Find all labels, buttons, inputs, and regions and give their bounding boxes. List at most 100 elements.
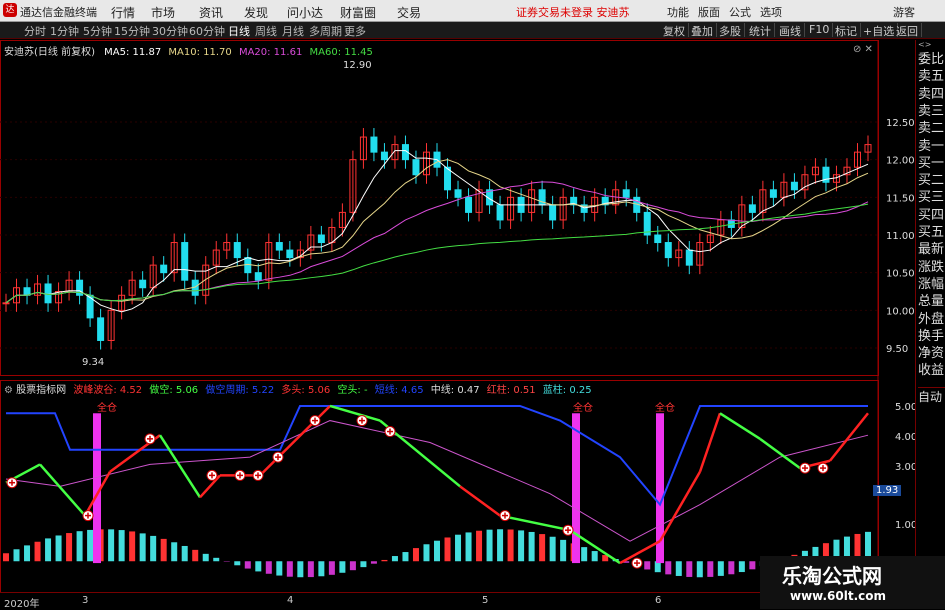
candle-body (182, 243, 188, 281)
menu-trade[interactable]: 交易 (397, 4, 421, 21)
draw-line-button[interactable]: 画线 (776, 23, 805, 37)
period-daily[interactable]: 日线 (228, 23, 250, 39)
histogram-bar (45, 538, 51, 561)
ind-item-0: 波峰波谷: 4.52 (73, 385, 142, 396)
sidebar-item-3[interactable]: 卖三 (918, 100, 945, 119)
menu-layout[interactable]: 版面 (698, 4, 720, 20)
period-intraday[interactable]: 分时 (24, 23, 46, 39)
histogram-bar (24, 545, 30, 561)
candlesticks[interactable] (3, 128, 871, 349)
menu-discover[interactable]: 发现 (244, 4, 268, 21)
menu-ask-xiaoda[interactable]: 问小达 (287, 4, 323, 21)
period-15min[interactable]: 15分钟 (114, 23, 150, 39)
period-more[interactable]: 更多 (344, 23, 366, 39)
sidebar-item-2[interactable]: 卖四 (918, 83, 945, 102)
menu-news[interactable]: 资讯 (199, 4, 223, 21)
histogram-bar (476, 531, 482, 562)
sidebar-item-16[interactable]: 换手 (918, 325, 945, 344)
time-tick-3: 5 (482, 595, 488, 606)
histogram-bar (3, 553, 9, 561)
period-monthly[interactable]: 月线 (282, 23, 304, 39)
adjust-button[interactable]: 复权 (660, 23, 689, 37)
menu-formula[interactable]: 公式 (729, 4, 751, 20)
sidebar-item-12[interactable]: 涨跌 (918, 256, 945, 275)
sidebar-item-8[interactable]: 买三 (918, 186, 945, 205)
sidebar-item-6[interactable]: 买一 (918, 152, 945, 171)
price-tick-1: 12.00 (886, 156, 915, 167)
oscillator-segment (700, 413, 720, 471)
histogram-bar (14, 549, 20, 561)
price-axis: 12.5012.0011.5011.0010.5010.009.50 (886, 118, 915, 355)
login-notice[interactable]: 证券交易未登录 安迪苏 (516, 4, 630, 20)
menu-options[interactable]: 选项 (760, 4, 782, 20)
sidebar-item-9[interactable]: 买四 (918, 204, 945, 223)
period-1min[interactable]: 1分钟 (50, 23, 79, 39)
candle-body (455, 190, 461, 198)
sidebar-item-7[interactable]: 买二 (918, 169, 945, 188)
histogram-bar (518, 530, 524, 561)
menu-wealth-circle[interactable]: 财富圈 (340, 4, 376, 21)
candle-body (466, 197, 472, 212)
menu-markets[interactable]: 市场 (151, 4, 175, 21)
candle-body (45, 284, 51, 303)
menu-guest[interactable]: 游客 (893, 4, 915, 20)
histogram-bar (749, 561, 755, 569)
chart-settings-icons[interactable]: ⊘ ✕ (853, 44, 873, 55)
candle-body (497, 205, 503, 220)
ma20-label: MA20: 11.61 (239, 47, 302, 58)
price-tick-0: 12.50 (886, 118, 915, 129)
sidebar-item-11[interactable]: 最新 (918, 238, 945, 257)
f10-button[interactable]: F10 (806, 23, 833, 37)
signal-bar-1 (572, 413, 580, 563)
main-chart-frame (1, 41, 879, 376)
histogram-bar (77, 531, 83, 561)
period-60min[interactable]: 60分钟 (189, 23, 225, 39)
histogram-bar (150, 536, 156, 561)
sidebar-item-0[interactable]: 委比 (918, 48, 945, 67)
chart-panel[interactable]: 12.5012.0011.5011.0010.5010.009.50 安迪苏(日… (0, 40, 915, 580)
sidebar-item-19[interactable]: 自动 (918, 387, 945, 405)
sidebar-item-13[interactable]: 涨幅 (918, 273, 945, 292)
menu-market-quotes[interactable]: 行情 (111, 4, 135, 21)
chart-title: 安迪苏(日线 前复权) (4, 47, 95, 58)
period-30min[interactable]: 30分钟 (152, 23, 188, 39)
chart-canvas[interactable]: 12.5012.0011.5011.0010.5010.009.50 (0, 40, 915, 592)
statistics-button[interactable]: 统计 (746, 23, 775, 37)
sidebar-item-14[interactable]: 总量 (918, 290, 945, 309)
sidebar-item-5[interactable]: 卖一 (918, 135, 945, 154)
sidebar-item-4[interactable]: 卖二 (918, 117, 945, 136)
price-tick-2: 11.50 (886, 193, 915, 204)
indicator-plot[interactable] (3, 406, 871, 577)
candle-body (276, 243, 282, 251)
histogram-bar (466, 532, 472, 561)
ind-ytick-2: 3.00 (895, 462, 917, 473)
main-chart-legend: 安迪苏(日线 前复权) MA5: 11.87 MA10: 11.70 MA20:… (4, 43, 373, 58)
histogram-bar (392, 556, 398, 561)
sidebar-item-15[interactable]: 外盘 (918, 308, 945, 327)
settings-gear-icon[interactable]: ⚙ (4, 385, 13, 396)
sidebar-item-18[interactable]: 收益 (918, 359, 945, 378)
sidebar-item-17[interactable]: 净资 (918, 342, 945, 361)
menu-functions[interactable]: 功能 (667, 4, 689, 20)
candle-body (665, 243, 671, 258)
mark-button[interactable]: 标记 (832, 23, 861, 37)
histogram-bar (697, 561, 703, 577)
period-5min[interactable]: 5分钟 (83, 23, 112, 39)
period-weekly[interactable]: 周线 (255, 23, 277, 39)
histogram-bar (413, 548, 419, 561)
histogram-bar (434, 541, 440, 562)
histogram-bar (182, 546, 188, 561)
mid-term-line (6, 421, 868, 542)
histogram-bar (329, 561, 335, 575)
histogram-bar (287, 561, 293, 576)
multi-stock-button[interactable]: 多股 (716, 23, 745, 37)
period-multi[interactable]: 多周期 (309, 23, 342, 39)
histogram-bar (171, 542, 177, 561)
sidebar-item-10[interactable]: 买五 (918, 221, 945, 240)
overlay-button[interactable]: 叠加 (688, 23, 717, 37)
ma10-label: MA10: 11.70 (168, 47, 231, 58)
watermark: 乐淘公式网 www.60lt.com (760, 556, 945, 609)
oscillator-segment (160, 435, 200, 497)
sidebar-item-1[interactable]: 卖五 (918, 65, 945, 84)
back-button[interactable]: 返回 (893, 23, 922, 37)
